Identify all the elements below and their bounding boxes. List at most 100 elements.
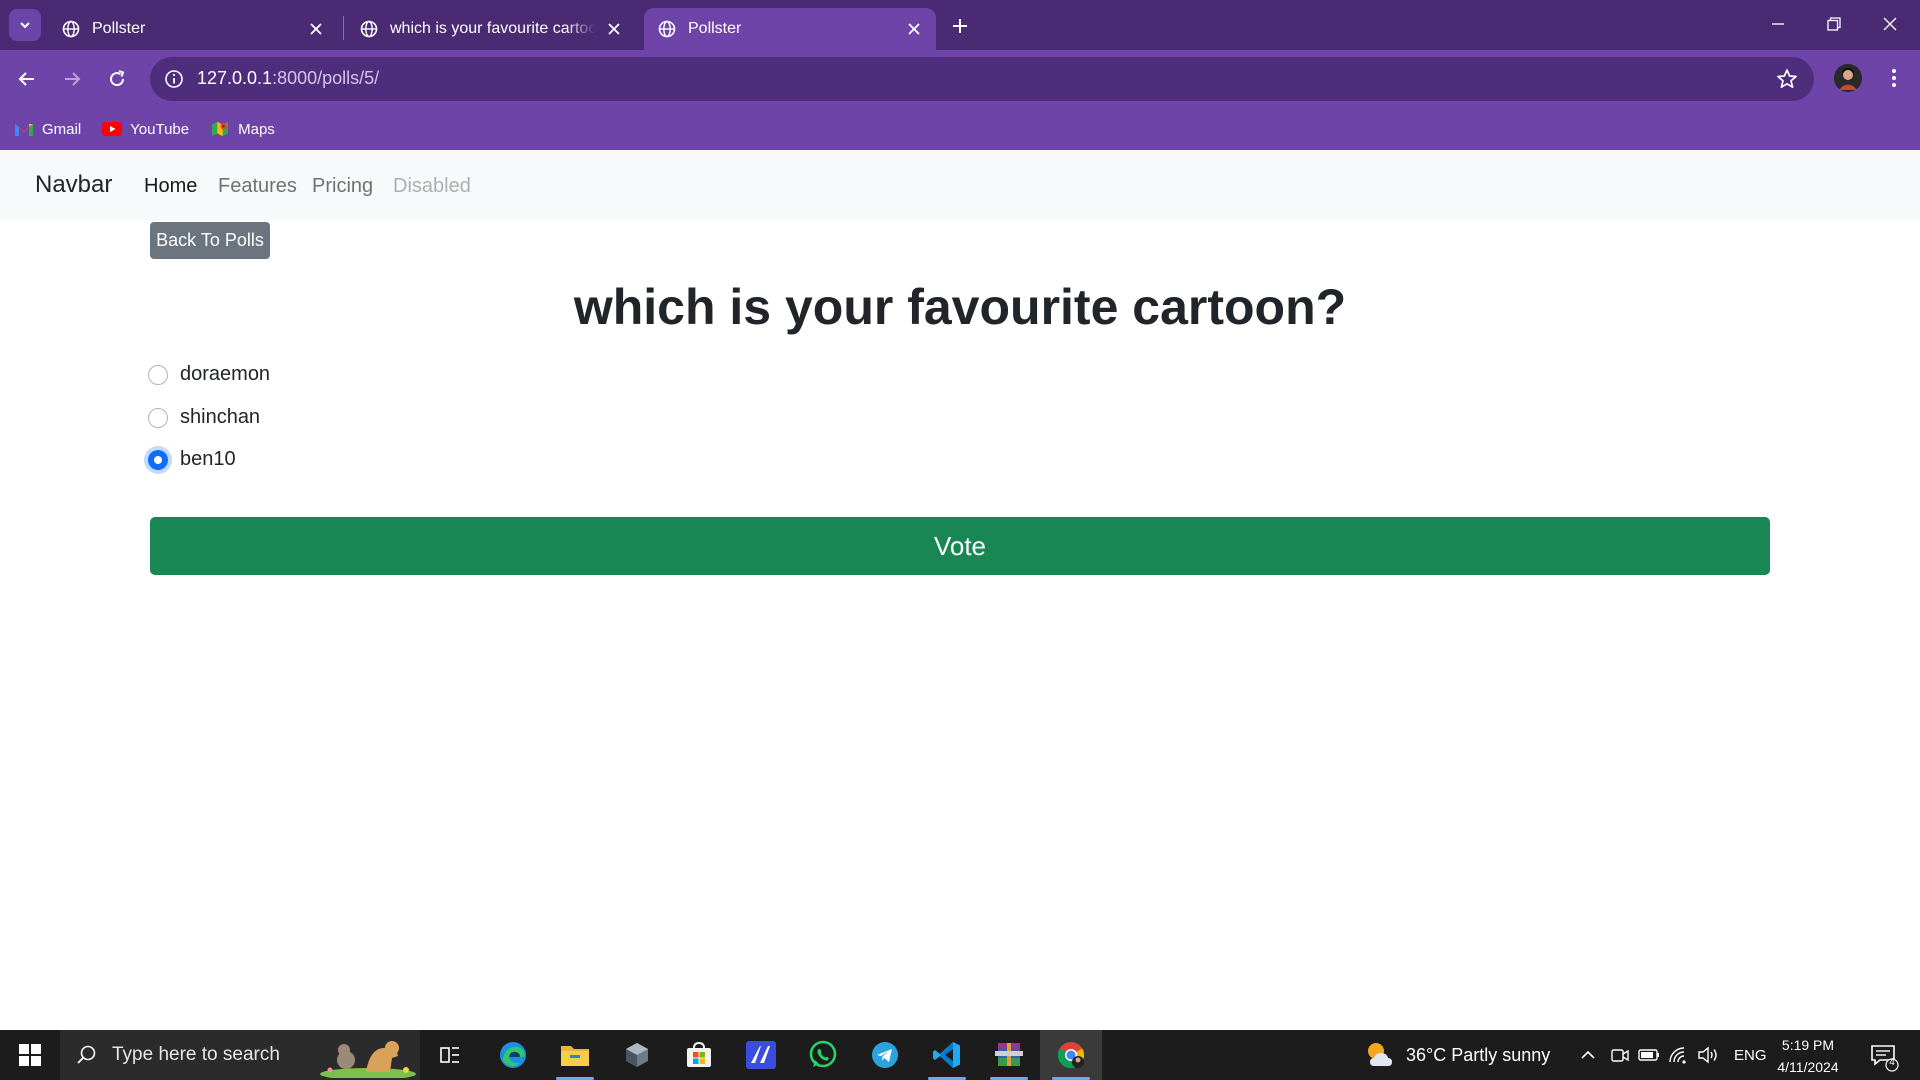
site-navbar: Navbar Home Features Pricing Disabled <box>0 150 1920 221</box>
poll-option[interactable]: shinchan <box>148 406 260 429</box>
close-icon[interactable] <box>904 19 924 39</box>
back-to-polls-button[interactable]: Back To Polls <box>150 222 270 259</box>
task-view-icon <box>440 1047 459 1063</box>
more-menu-button[interactable] <box>1880 64 1908 92</box>
nav-link-features[interactable]: Features <box>218 175 297 198</box>
browser-tab-bar: Pollster which is your favourite cartoon… <box>0 0 1920 50</box>
poll-option[interactable]: doraemon <box>148 363 270 386</box>
restore-icon <box>1827 17 1841 31</box>
nav-link-disabled: Disabled <box>393 175 471 197</box>
battery-icon <box>1638 1049 1659 1061</box>
language-text: ENG <box>1734 1046 1767 1064</box>
archive-icon <box>995 1043 1023 1066</box>
gmail-icon <box>15 124 33 136</box>
profile-avatar[interactable] <box>1834 64 1862 92</box>
search-placeholder: Type here to search <box>112 1044 280 1065</box>
volume-control[interactable] <box>1697 1030 1719 1080</box>
bookmark-maps[interactable]: Maps <box>210 121 275 138</box>
taskbar-edge[interactable] <box>482 1030 544 1080</box>
vertical-dots-icon <box>1892 69 1896 87</box>
taskbar-search[interactable]: Type here to search <box>60 1030 420 1080</box>
notification-center-button[interactable]: 4 <box>1868 1040 1900 1072</box>
network-indicator[interactable] <box>1668 1030 1688 1080</box>
meet-now-button[interactable] <box>1610 1030 1630 1080</box>
store-icon <box>687 1041 711 1067</box>
bookmark-star-icon[interactable] <box>1774 66 1800 92</box>
url-text[interactable]: 127.0.0.1:8000/polls/5/ <box>197 68 379 89</box>
notification-count: 4 <box>1889 1057 1895 1068</box>
option-label[interactable]: doraemon <box>180 363 270 386</box>
minimize-button[interactable] <box>1750 0 1806 48</box>
taskbar-chrome[interactable] <box>1040 1030 1102 1080</box>
tab-3-active[interactable]: Pollster <box>644 8 936 50</box>
restore-button[interactable] <box>1806 0 1862 48</box>
close-icon <box>1883 17 1897 31</box>
taskbar-telegram[interactable] <box>854 1030 916 1080</box>
reload-button[interactable] <box>100 62 134 96</box>
nav-link-home[interactable]: Home <box>144 175 197 198</box>
globe-icon <box>658 20 676 38</box>
folder-icon <box>561 1046 589 1066</box>
taskbar-app-hex[interactable] <box>606 1030 668 1080</box>
tab-divider <box>343 16 344 40</box>
tab-title: Pollster <box>92 20 146 37</box>
poll-question: which is your favourite cartoon? <box>573 279 1347 335</box>
battery-indicator[interactable] <box>1638 1030 1660 1080</box>
option-label[interactable]: shinchan <box>180 406 260 429</box>
bookmark-gmail[interactable]: Gmail <box>14 121 81 138</box>
close-window-button[interactable] <box>1862 0 1918 48</box>
show-hidden-icons-button[interactable] <box>1580 1030 1596 1080</box>
bookmark-label: YouTube <box>130 120 190 138</box>
search-icon <box>77 1045 96 1064</box>
arrow-right-icon <box>65 72 81 86</box>
plus-icon <box>953 19 967 33</box>
browser-toolbar: 127.0.0.1:8000/polls/5/ <box>0 50 1920 108</box>
vote-button[interactable]: Vote <box>150 517 1770 575</box>
option-label[interactable]: ben10 <box>180 448 236 471</box>
weather-widget[interactable]: 36°C Partly sunny <box>1364 1030 1550 1080</box>
nav-link-pricing[interactable]: Pricing <box>312 175 373 198</box>
new-tab-button[interactable] <box>946 12 974 40</box>
globe-icon <box>62 20 80 38</box>
bookmark-label: Maps <box>238 120 275 138</box>
reload-icon <box>110 70 125 87</box>
vscode-icon <box>933 1042 960 1068</box>
youtube-icon <box>102 122 123 136</box>
minimize-icon <box>1772 23 1784 25</box>
site-info-icon[interactable] <box>160 65 188 93</box>
tab-2[interactable]: which is your favourite cartoon? <box>346 8 636 50</box>
back-button[interactable] <box>10 62 44 96</box>
clock-date: 4/11/2024 <box>1777 1059 1839 1075</box>
radio-button[interactable] <box>148 407 168 428</box>
poll-option[interactable]: ben10 <box>148 448 236 471</box>
search-highlight-illustration <box>320 1041 416 1078</box>
navbar-brand[interactable]: Navbar <box>35 171 112 199</box>
taskbar-ms-store[interactable] <box>668 1030 730 1080</box>
taskbar-app-ai[interactable] <box>730 1030 792 1080</box>
bookmark-label: Gmail <box>42 120 82 138</box>
taskbar-vscode[interactable] <box>916 1030 978 1080</box>
radio-button[interactable] <box>148 364 168 385</box>
radio-button-checked[interactable] <box>148 449 168 470</box>
tab-search-button[interactable] <box>9 9 41 41</box>
system-clock[interactable]: 5:19 PM 4/11/2024 <box>1768 1034 1848 1078</box>
language-indicator[interactable]: ENG <box>1734 1030 1767 1080</box>
task-view-button[interactable] <box>419 1030 481 1080</box>
close-icon[interactable] <box>306 19 326 39</box>
hexagon-app-icon <box>626 1043 648 1067</box>
tab-title: which is your favourite cartoon? <box>390 20 596 37</box>
url-path: :8000/polls/5/ <box>272 68 380 88</box>
taskbar-winrar[interactable] <box>978 1030 1040 1080</box>
start-button[interactable] <box>0 1030 60 1080</box>
bookmark-youtube[interactable]: YouTube <box>102 121 189 138</box>
taskbar-whatsapp[interactable] <box>792 1030 854 1080</box>
tab-1[interactable]: Pollster <box>48 8 338 50</box>
taskbar-file-explorer[interactable] <box>544 1030 606 1080</box>
forward-button[interactable] <box>55 62 89 96</box>
telegram-icon <box>872 1042 898 1068</box>
address-bar[interactable]: 127.0.0.1:8000/polls/5/ <box>150 57 1814 101</box>
camera-icon <box>1611 1049 1629 1062</box>
close-icon[interactable] <box>604 19 624 39</box>
windows-logo-icon <box>19 1044 41 1066</box>
chrome-icon <box>1057 1042 1085 1069</box>
